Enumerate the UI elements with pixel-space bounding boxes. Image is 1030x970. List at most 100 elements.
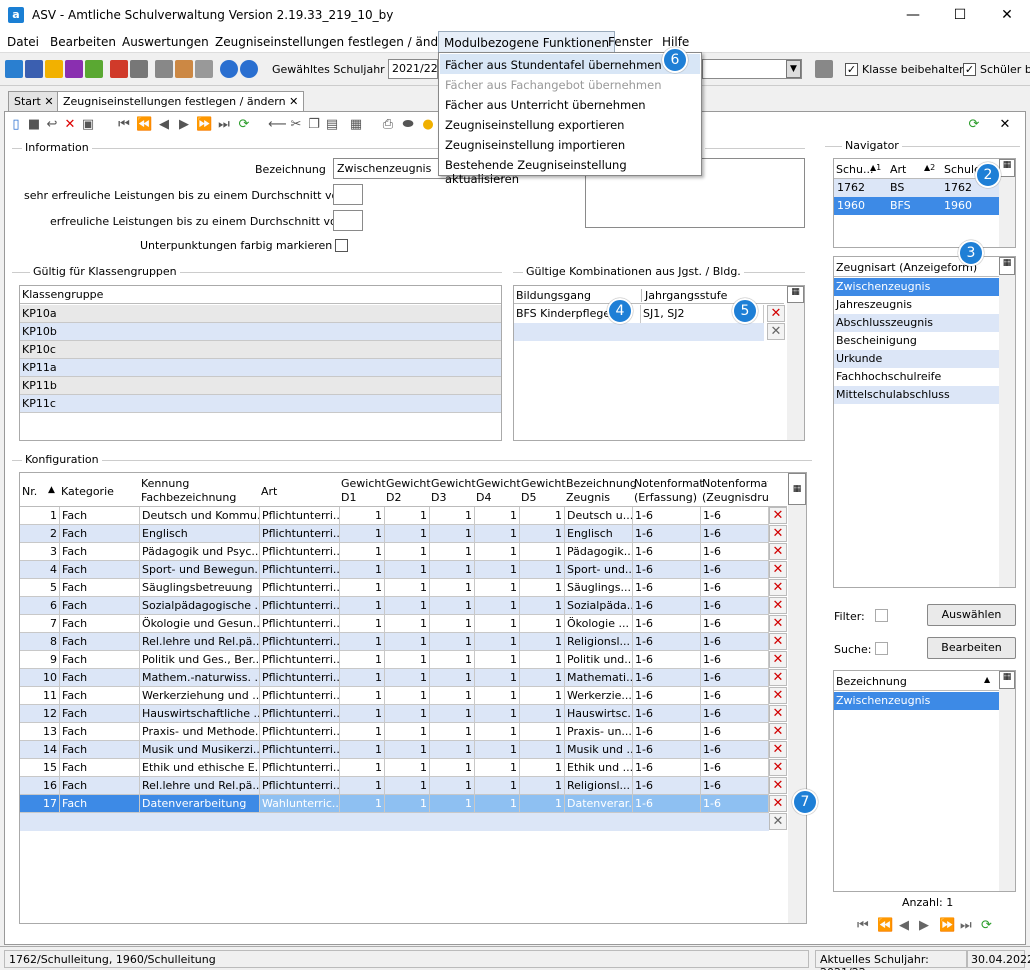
menu-item-exportieren[interactable]: Zeugniseinstellung exportieren — [440, 114, 700, 134]
gewicht-cell[interactable]: 1 — [475, 795, 520, 812]
clear-row-icon[interactable]: ✕ — [769, 813, 787, 830]
kat-cell[interactable]: Fach — [60, 795, 140, 812]
config-row[interactable]: 4 Fach Sport- und Bewegun... Pflichtunterri… — [20, 561, 769, 579]
gewicht-cell[interactable]: 1 — [475, 579, 520, 596]
close-panel-icon[interactable]: ✕ — [997, 117, 1013, 133]
gewicht-cell[interactable]: 1 — [385, 687, 430, 704]
gewicht-cell[interactable]: 1 — [520, 651, 565, 668]
calendar-icon[interactable] — [175, 60, 193, 78]
schueler-beibehalten-checkbox[interactable]: ✓ — [963, 63, 976, 76]
nr-cell[interactable]: 17 — [20, 795, 60, 812]
kat-cell[interactable]: Fach — [60, 543, 140, 560]
column-chooser-icon[interactable]: ▦ — [788, 473, 806, 505]
gewicht-cell[interactable]: 1 — [475, 651, 520, 668]
config-row[interactable]: 5 Fach Säuglingsbetreuung Pflichtunterri...… — [20, 579, 769, 597]
gewicht-cell[interactable]: 1 — [385, 777, 430, 794]
gewicht-cell[interactable]: 1 — [385, 723, 430, 740]
gewicht-cell[interactable]: 1 — [430, 561, 475, 578]
nf1-cell[interactable]: 1-6 — [633, 561, 701, 578]
gewicht-cell[interactable]: 1 — [385, 561, 430, 578]
nf1-cell[interactable]: 1-6 — [633, 615, 701, 632]
message-icon[interactable] — [85, 60, 103, 78]
cut-icon[interactable]: ✂ — [288, 117, 304, 133]
bz-cell[interactable]: Praxis- un... — [565, 723, 633, 740]
refresh-icon[interactable]: ⟳ — [981, 918, 992, 933]
klassengruppe-row[interactable]: KP10b — [20, 323, 501, 341]
config-row[interactable]: 6 Fach Sozialpädagogische ... Pflichtunterr… — [20, 597, 769, 615]
nr-cell[interactable]: 4 — [20, 561, 60, 578]
minimize-button[interactable]: — — [890, 0, 936, 31]
nr-cell[interactable]: 5 — [20, 579, 60, 596]
menu-zeugniseinstellungen[interactable]: Zeugniseinstellungen festlegen / ändern — [215, 35, 458, 49]
lock-icon[interactable] — [815, 60, 833, 78]
delete-row-icon[interactable]: ✕ — [769, 723, 787, 740]
art-cell[interactable]: Pflichtunterri... — [260, 651, 340, 668]
edit-icon[interactable]: ▦ — [348, 117, 364, 133]
kombination-row[interactable]: BFS Kinderpflege SJ1, SJ2 — [514, 305, 764, 323]
gewicht-cell[interactable]: 1 — [520, 507, 565, 524]
kenn-cell[interactable]: Sozialpädagogische ... — [140, 597, 260, 614]
notenformat-erfassung-header[interactable]: Notenformat — [634, 477, 704, 490]
gewicht-d2-header[interactable]: Gewicht — [386, 477, 431, 490]
kenn-cell[interactable]: Rel.lehre und Rel.pä... — [140, 633, 260, 650]
filter-checkbox[interactable] — [875, 609, 888, 622]
art-cell[interactable]: Pflichtunterri... — [260, 525, 340, 542]
nf2-cell[interactable]: 1-6 — [701, 795, 769, 812]
gewicht-d5-header[interactable]: Gewicht — [521, 477, 566, 490]
gewicht-cell[interactable]: 1 — [385, 669, 430, 686]
kat-cell[interactable]: Fach — [60, 525, 140, 542]
bz-cell[interactable]: Religionsl... — [565, 633, 633, 650]
gewicht-cell[interactable]: 1 — [520, 615, 565, 632]
gewicht-cell[interactable]: 1 — [520, 633, 565, 650]
gewicht-cell[interactable]: 1 — [340, 759, 385, 776]
bulb-icon[interactable]: ● — [420, 117, 436, 133]
column-chooser-icon[interactable]: ▦ — [999, 671, 1015, 689]
gewicht-cell[interactable]: 1 — [520, 795, 565, 812]
nf1-cell[interactable]: 1-6 — [633, 741, 701, 758]
bz-cell[interactable]: Ökologie ... — [565, 615, 633, 632]
nr-cell[interactable]: 9 — [20, 651, 60, 668]
art-header[interactable]: Art — [261, 485, 277, 498]
gewicht-cell[interactable]: 1 — [430, 597, 475, 614]
gewicht-cell[interactable]: 1 — [520, 759, 565, 776]
gewicht-cell[interactable]: 1 — [475, 777, 520, 794]
config-row[interactable]: 10 Fach Mathem.-naturwiss. ... Pflichtunter… — [20, 669, 769, 687]
art-cell[interactable]: Pflichtunterri... — [260, 741, 340, 758]
gewicht-cell[interactable]: 1 — [430, 507, 475, 524]
nf2-cell[interactable]: 1-6 — [701, 615, 769, 632]
delete-row-icon[interactable]: ✕ — [769, 615, 787, 632]
gewicht-cell[interactable]: 1 — [430, 669, 475, 686]
kenn-cell[interactable]: Musik und Musikerzi... — [140, 741, 260, 758]
chat-icon[interactable] — [65, 60, 83, 78]
nf1-cell[interactable]: 1-6 — [633, 579, 701, 596]
bz-cell[interactable]: Politik und... — [565, 651, 633, 668]
gewicht-cell[interactable]: 1 — [430, 777, 475, 794]
copy-icon[interactable] — [155, 60, 173, 78]
nr-cell[interactable]: 6 — [20, 597, 60, 614]
art-cell[interactable]: Pflichtunterri... — [260, 507, 340, 524]
gewicht-cell[interactable]: 1 — [475, 615, 520, 632]
klassengruppe-row[interactable]: KP11a — [20, 359, 501, 377]
scrollbar[interactable] — [999, 671, 1015, 891]
nf2-cell[interactable]: 1-6 — [701, 723, 769, 740]
gewicht-cell[interactable]: 1 — [520, 723, 565, 740]
gewicht-cell[interactable]: 1 — [430, 651, 475, 668]
gewicht-cell[interactable]: 1 — [475, 759, 520, 776]
gewicht-cell[interactable]: 1 — [475, 687, 520, 704]
close-icon[interactable]: ✕ — [289, 95, 298, 108]
first-icon[interactable]: ⏮ — [857, 918, 869, 933]
art-cell[interactable]: Pflichtunterri... — [260, 669, 340, 686]
tab-start[interactable]: Start ✕ — [8, 91, 60, 112]
kenn-cell[interactable]: Ökologie und Gesun... — [140, 615, 260, 632]
arrow-left-icon[interactable]: ⟵ — [268, 117, 287, 133]
sehr-erfreulich-input[interactable] — [333, 184, 363, 205]
bz-cell[interactable]: Hauswirtsc... — [565, 705, 633, 722]
art-cell[interactable]: Pflichtunterri... — [260, 687, 340, 704]
suche-checkbox[interactable] — [875, 642, 888, 655]
gewicht-cell[interactable]: 1 — [340, 615, 385, 632]
fast-back-icon[interactable]: ⏪ — [136, 117, 152, 133]
art-cell[interactable]: Pflichtunterri... — [260, 723, 340, 740]
bezeichnung-row[interactable]: Zwischenzeugnis — [834, 692, 999, 710]
nf1-cell[interactable]: 1-6 — [633, 723, 701, 740]
delete-row-icon[interactable]: ✕ — [769, 597, 787, 614]
